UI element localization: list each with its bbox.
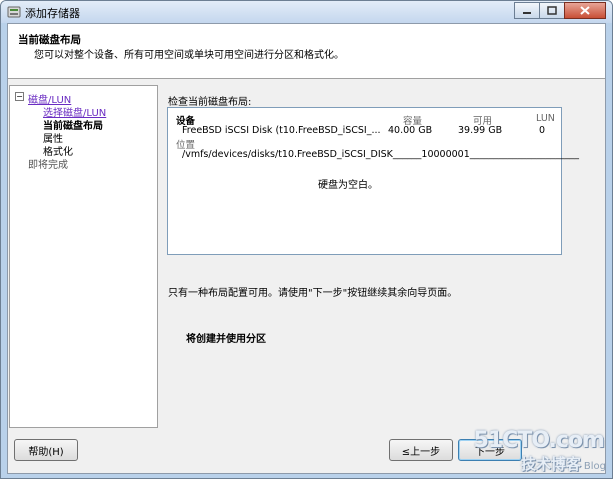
minimize-icon bbox=[523, 11, 531, 14]
minimize-button[interactable] bbox=[514, 2, 540, 19]
page-title: 当前磁盘布局 bbox=[18, 34, 81, 46]
device-available: 39.99 GB bbox=[458, 125, 503, 136]
page-description: 您可以对整个设备、所有可用空间或单块可用空间进行分区和格式化。 bbox=[34, 50, 344, 61]
nav-step-ready-complete: 即将完成 bbox=[28, 160, 68, 171]
empty-disk-message: 硬盘为空白。 bbox=[318, 180, 378, 191]
watermark-blog: 技术博客 Blog bbox=[521, 453, 606, 474]
close-icon bbox=[580, 6, 590, 15]
lun-column-header: LUN bbox=[536, 113, 555, 124]
device-name: FreeBSD iSCSI Disk (t10.FreeBSD_iSCSI_..… bbox=[182, 125, 381, 136]
device-lun: 0 bbox=[539, 125, 546, 136]
wizard-steps-nav: − 磁盘/LUN 选择磁盘/LUN 当前磁盘布局 属性 格式化 即将完成 bbox=[9, 85, 158, 428]
window-title: 添加存储器 bbox=[25, 7, 80, 20]
wizard-window: 添加存储器 当前磁盘布局 您可以对整个设备、所有可用空间或单块可用空间进行分区和… bbox=[0, 0, 613, 479]
device-capacity: 40.00 GB bbox=[388, 125, 433, 136]
main-panel: 检查当前磁盘布局: 设备 容量 可用 LUN FreeBSD iSCSI Dis… bbox=[166, 85, 604, 428]
back-button[interactable]: ≤上一步 bbox=[389, 439, 453, 461]
title-bar[interactable]: 添加存储器 bbox=[1, 1, 612, 23]
single-layout-message: 只有一种布局配置可用。请使用"下一步"按钮继续其余向导页面。 bbox=[168, 288, 458, 299]
watermark-51cto: 51CTO.com bbox=[473, 428, 605, 453]
section-label: 检查当前磁盘布局: bbox=[168, 97, 252, 108]
maximize-icon bbox=[547, 6, 557, 15]
wizard-header: 当前磁盘布局 您可以对整个设备、所有可用空间或单块可用空间进行分区和格式化。 bbox=[8, 24, 605, 79]
disk-layout-panel[interactable]: 设备 容量 可用 LUN FreeBSD iSCSI Disk (t10.Fre… bbox=[167, 107, 579, 255]
help-button[interactable]: 帮助(H) bbox=[14, 439, 78, 461]
device-location: /vmfs/devices/disks/t10.FreeBSD_iSCSI_DI… bbox=[182, 149, 580, 160]
collapse-icon[interactable]: − bbox=[15, 92, 24, 101]
maximize-button[interactable] bbox=[539, 2, 565, 19]
create-partition-message: 将创建并使用分区 bbox=[186, 334, 266, 345]
watermark-blog-label: Blog bbox=[583, 461, 606, 472]
close-button[interactable] bbox=[564, 2, 606, 19]
watermark-blog-text: 技术博客 bbox=[520, 455, 581, 473]
wizard-client-area: 当前磁盘布局 您可以对整个设备、所有可用空间或单块可用空间进行分区和格式化。 −… bbox=[7, 23, 606, 474]
window-controls bbox=[514, 2, 606, 19]
storage-icon bbox=[7, 6, 21, 18]
